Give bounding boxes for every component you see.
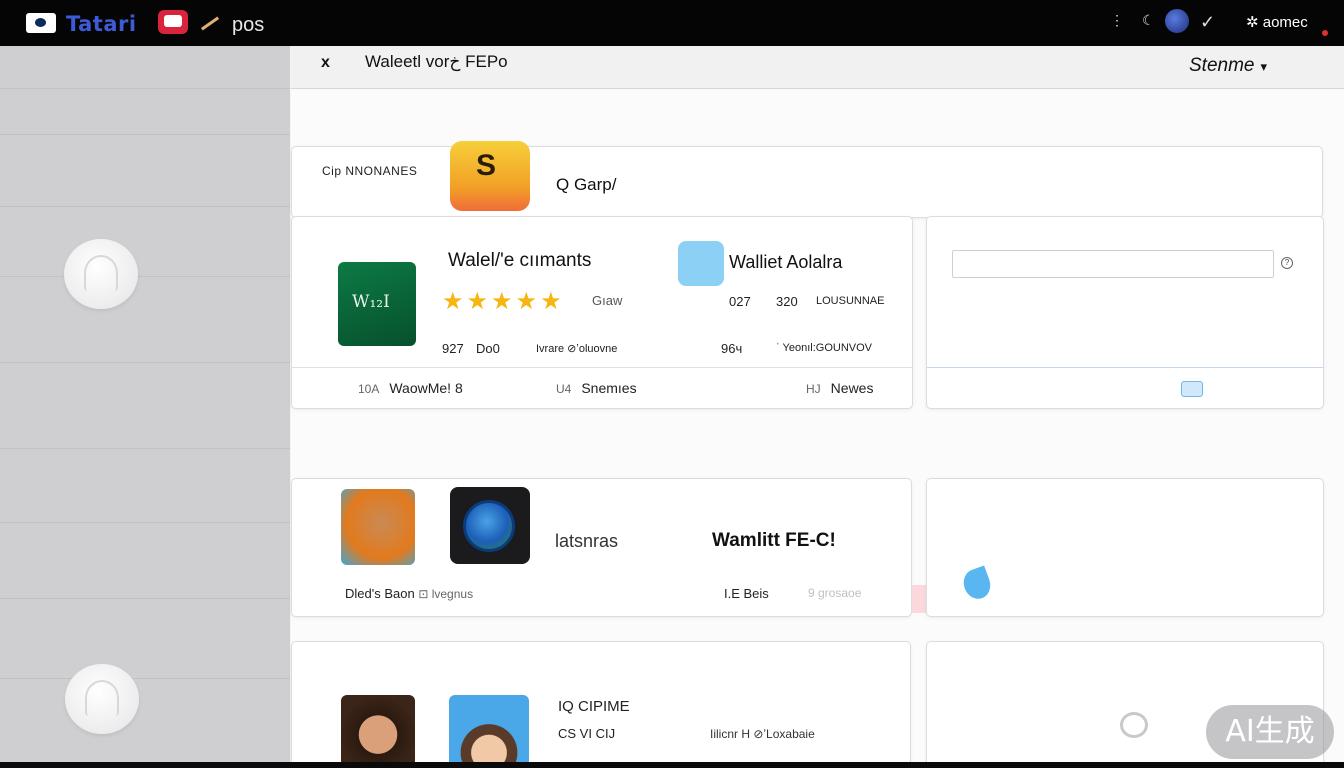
- wallet-app-icon[interactable]: W₁₂I: [338, 262, 416, 346]
- sidebar-divider: [0, 598, 290, 599]
- globe-icon[interactable]: [1165, 9, 1189, 33]
- list-item-subtitle: CS VI CIJ: [558, 726, 616, 741]
- stat-value: 96ч: [721, 341, 743, 356]
- sidebar-profile-button[interactable]: [64, 239, 138, 309]
- sidebar-divider: [0, 134, 290, 135]
- sidebar: [0, 46, 290, 762]
- footer-left-label: Dled's Baon: [345, 586, 415, 601]
- stat-value: LOUSUNNAE: [816, 295, 885, 307]
- side-panel-2: [926, 478, 1324, 617]
- app-title: Tatari: [66, 12, 137, 36]
- app-logo-icon[interactable]: [26, 13, 56, 33]
- list-item-meta: Iilicnr H ⊘ʼLoxabaie: [710, 727, 815, 741]
- list-item-title[interactable]: Wamlitt FE-C!: [712, 530, 836, 552]
- chat-icon[interactable]: [1120, 712, 1148, 738]
- wallet-chip-icon: [678, 241, 724, 286]
- bottom-edge: [0, 762, 1344, 768]
- user-account[interactable]: ✲ aomec: [1246, 13, 1308, 31]
- tab-snemies[interactable]: U4 Snemıes: [556, 380, 637, 396]
- search-strip: Cip NNONANES S Q Garp/: [291, 141, 1323, 218]
- notification-dot: [1322, 30, 1328, 36]
- window-header: x Waleetl vorخ FEPo Stenme ▾: [291, 46, 1344, 89]
- app-name[interactable]: Walel/'e cıımants: [448, 250, 591, 272]
- tab-number: HJ: [806, 382, 821, 396]
- game-app-icon[interactable]: [341, 489, 415, 565]
- star-rating: ★★★★★: [442, 288, 565, 315]
- system-top-bar: Tatari pos ⋮ ☾ ✓ ✲ aomec: [0, 0, 1344, 46]
- tab-label: WaowMe! 8: [389, 380, 463, 396]
- sidebar-divider: [0, 678, 290, 679]
- featured-app-card[interactable]: W₁₂I Walel/'e cıımants ★★★★★ Gıaw Wallie…: [291, 216, 913, 409]
- account-dropdown[interactable]: Stenme ▾: [1189, 55, 1267, 77]
- store-app-icon[interactable]: [158, 10, 188, 34]
- tab-wow[interactable]: 10A WaowMe! 8: [358, 380, 463, 396]
- profile-icon: [85, 680, 119, 716]
- stat-value: 927: [442, 341, 464, 356]
- check-icon[interactable]: ✓: [1200, 12, 1215, 33]
- sidebar-divider: [0, 448, 290, 449]
- decorative-mark: [912, 585, 926, 613]
- footer-left: Dled's Baon ⊡ lvegnus: [345, 586, 473, 601]
- chevron-down-icon: ▾: [1260, 59, 1268, 74]
- help-icon[interactable]: ?: [1281, 257, 1293, 269]
- ai-generated-badge: AI生成: [1206, 705, 1334, 759]
- stat-value: Do0: [476, 341, 500, 356]
- footer-left-tag: ⊡ lvegnus: [418, 587, 474, 601]
- menu-dots-icon[interactable]: ⋮: [1110, 12, 1124, 29]
- rating-label: Gıaw: [592, 293, 623, 308]
- app-name-secondary[interactable]: Walliet Aolalra: [729, 252, 842, 273]
- panel-toggle-button[interactable]: [1181, 381, 1203, 397]
- footer-right-label: I.E Beis: [724, 586, 769, 601]
- search-input[interactable]: Q Garp/: [556, 175, 616, 195]
- sidebar-divider: [0, 276, 290, 277]
- drop-icon: [959, 565, 995, 603]
- wallet-coin-icon[interactable]: S: [450, 141, 530, 211]
- sidebar-divider: [0, 206, 290, 207]
- card-divider: [292, 367, 912, 368]
- coin-symbol: S: [476, 149, 497, 182]
- night-mode-icon[interactable]: ☾: [1142, 12, 1155, 29]
- list-item-label[interactable]: latsnras: [555, 531, 618, 552]
- stat-value: ˈ Yeonıl:GOUNVOV: [776, 342, 872, 354]
- panel-divider: [927, 367, 1323, 368]
- close-icon[interactable]: x: [321, 54, 330, 72]
- app-list-card-2[interactable]: IQ CIPIME CS VI CIJ Iilicnr H ⊘ʼLoxabaie: [291, 641, 911, 768]
- wallet-app-icon-text: W₁₂I: [352, 292, 390, 312]
- tab-number: U4: [556, 382, 572, 396]
- tab-label: Snemıes: [581, 380, 637, 396]
- sidebar-divider: [0, 88, 290, 89]
- stat-value: 320: [776, 294, 798, 309]
- side-search-input[interactable]: [952, 250, 1274, 278]
- side-panel: ?: [926, 216, 1324, 409]
- tab-label: Newes: [830, 380, 874, 396]
- stat-value: Ivrare ⊘ʼoluovne: [536, 343, 618, 355]
- window-title: Waleetl vorخ FEPo: [365, 52, 508, 71]
- sidebar-profile-button-2[interactable]: [65, 664, 139, 734]
- sidebar-divider: [0, 362, 290, 363]
- pen-app-icon[interactable]: [198, 14, 222, 32]
- account-dropdown-label: Stenme: [1189, 55, 1255, 76]
- app-label: pos: [232, 14, 265, 36]
- sidebar-divider: [0, 522, 290, 523]
- list-item-title[interactable]: IQ CIPIME: [558, 698, 630, 715]
- category-label: Cip NNONANES: [322, 164, 418, 178]
- stat-value: 027: [729, 294, 751, 309]
- avatar[interactable]: [341, 695, 415, 767]
- tab-news[interactable]: HJ Newes: [806, 380, 873, 396]
- app-list-card[interactable]: latsnras Wamlitt FE-C! Dled's Baon ⊡ lve…: [291, 478, 912, 617]
- profile-icon: [84, 255, 118, 291]
- avatar[interactable]: [449, 695, 529, 767]
- tab-number: 10A: [358, 382, 380, 396]
- globe-app-icon[interactable]: [450, 487, 530, 564]
- footer-right-faint: 9 grosaoe: [808, 586, 862, 600]
